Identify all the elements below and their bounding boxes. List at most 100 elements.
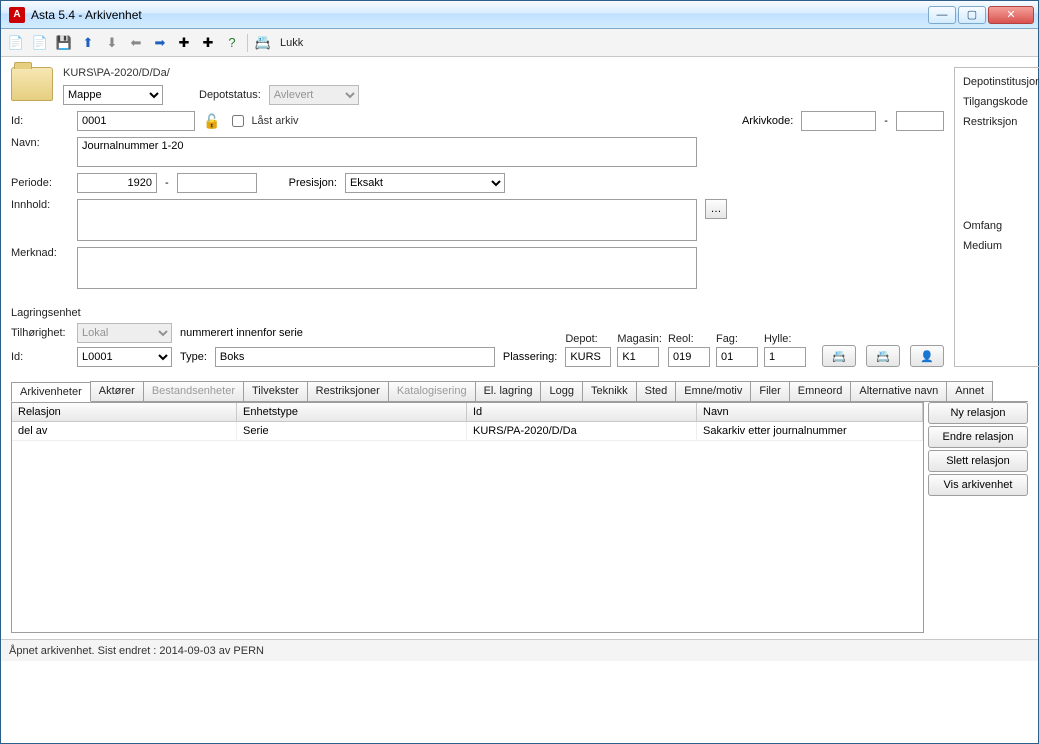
storage-id-label: Id: [11, 351, 69, 363]
merknad-label: Merknad: [11, 247, 69, 259]
col-enhetstype[interactable]: Enhetstype [237, 403, 467, 421]
arrow-right-icon[interactable]: ➡ [151, 34, 169, 52]
tab-bestandsenheter: Bestandsenheter [143, 381, 244, 401]
depot-input[interactable] [565, 347, 611, 367]
minimize-button[interactable]: — [928, 6, 956, 24]
toolbar-separator [247, 34, 248, 52]
depot-label: Depot: [565, 333, 611, 345]
table-row[interactable]: del avSerieKURS/PA-2020/D/DaSakarkiv ett… [12, 422, 923, 441]
lukk-icon[interactable]: 📇 [254, 34, 272, 52]
tab-arkivenheter[interactable]: Arkivenheter [11, 382, 91, 402]
col-relasjon[interactable]: Relasjon [12, 403, 237, 421]
main-form: KURS\PA-2020/D/Da/ Mappe Depotstatus: Av… [11, 67, 954, 367]
innhold-more-button[interactable]: … [705, 199, 727, 219]
storage-action1-button[interactable]: 📇 [822, 345, 856, 367]
arkivkode1-input[interactable] [801, 111, 876, 131]
lukk-label[interactable]: Lukk [280, 37, 303, 49]
tab-sted[interactable]: Sted [636, 381, 677, 401]
hylle-input[interactable] [764, 347, 806, 367]
lagringsenhet-title: Lagringsenhet [11, 307, 944, 319]
tree-add-icon[interactable]: ✚ [175, 34, 193, 52]
app-icon: A [9, 7, 25, 23]
id-label: Id: [11, 115, 69, 127]
tilgangskode-label: Tilgangskode [963, 96, 1039, 114]
endre-relasjon-button[interactable]: Endre relasjon [928, 426, 1028, 448]
grid-header: Relasjon Enhetstype Id Navn [12, 403, 923, 422]
magasin-input[interactable] [617, 347, 659, 367]
arrow-up-icon[interactable]: ⬆ [79, 34, 97, 52]
status-text: Åpnet arkivenhet. Sist endret : 2014-09-… [9, 645, 264, 657]
depotinstitusjon-label: Depotinstitusjon [963, 76, 1039, 94]
storage-id-select[interactable]: L0001 [77, 347, 172, 367]
type-select[interactable]: Mappe [63, 85, 163, 105]
tab-filer[interactable]: Filer [750, 381, 789, 401]
new-icon[interactable]: 📄 [7, 34, 25, 52]
window-title: Asta 5.4 - Arkivenhet [31, 8, 928, 22]
storage-user-button[interactable]: 👤 [910, 345, 944, 367]
navn-input[interactable]: Journalnummer 1-20 [77, 137, 697, 167]
titlebar: A Asta 5.4 - Arkivenhet — ▢ ✕ [1, 1, 1038, 29]
tab-alternative-navn[interactable]: Alternative navn [850, 381, 947, 401]
fag-label: Fag: [716, 333, 758, 345]
slett-relasjon-button[interactable]: Slett relasjon [928, 450, 1028, 472]
tilhorighet-label: Tilhørighet: [11, 327, 69, 339]
storage-type-label: Type: [180, 351, 207, 363]
vis-arkivenhet-button[interactable]: Vis arkivenhet [928, 474, 1028, 496]
relations-grid: Relasjon Enhetstype Id Navn del avSerieK… [11, 402, 924, 633]
merknad-input[interactable] [77, 247, 697, 289]
reol-label: Reol: [668, 333, 710, 345]
navn-label: Navn: [11, 137, 69, 149]
tab-akt-rer[interactable]: Aktører [90, 381, 144, 401]
relation-buttons: Ny relasjon Endre relasjon Slett relasjo… [928, 402, 1028, 633]
maximize-button[interactable]: ▢ [958, 6, 986, 24]
folder-icon [11, 67, 53, 101]
ny-relasjon-button[interactable]: Ny relasjon [928, 402, 1028, 424]
innhold-input[interactable] [77, 199, 697, 241]
copy-icon[interactable]: 📄 [31, 34, 49, 52]
breadcrumb: KURS\PA-2020/D/Da/ [63, 67, 944, 79]
nummerert-text: nummerert innenfor serie [180, 327, 303, 339]
arkivkode2-input[interactable] [896, 111, 944, 131]
tab-tilvekster[interactable]: Tilvekster [243, 381, 308, 401]
help-icon[interactable]: ? [223, 34, 241, 52]
tab-teknikk[interactable]: Teknikk [582, 381, 637, 401]
lock-icon[interactable]: 🔓 [203, 113, 220, 130]
tree-add2-icon[interactable]: ✚ [199, 34, 217, 52]
innhold-label: Innhold: [11, 199, 69, 211]
save-icon[interactable]: 💾 [55, 34, 73, 52]
restriksjon-label: Restriksjon [963, 116, 1039, 134]
tab-emneord[interactable]: Emneord [789, 381, 852, 401]
tab-restriksjoner[interactable]: Restriksjoner [307, 381, 389, 401]
tab-el-lagring[interactable]: El. lagring [475, 381, 542, 401]
depotstatus-label: Depotstatus: [199, 89, 261, 101]
last-arkiv-checkbox[interactable]: Låst arkiv [228, 112, 298, 130]
magasin-label: Magasin: [617, 333, 662, 345]
reol-input[interactable] [668, 347, 710, 367]
client-area: KURS\PA-2020/D/Da/ Mappe Depotstatus: Av… [1, 57, 1038, 743]
depotstatus-select: Avlevert [269, 85, 359, 105]
app-window: A Asta 5.4 - Arkivenhet — ▢ ✕ 📄 📄 💾 ⬆ ⬇ … [0, 0, 1039, 744]
periode-from-input[interactable] [77, 173, 157, 193]
hylle-label: Hylle: [764, 333, 806, 345]
storage-action2-button[interactable]: 📇 [866, 345, 900, 367]
arrow-down-icon[interactable]: ⬇ [103, 34, 121, 52]
statusbar: Åpnet arkivenhet. Sist endret : 2014-09-… [1, 639, 1038, 661]
tab-annet[interactable]: Annet [946, 381, 993, 401]
col-navn[interactable]: Navn [697, 403, 923, 421]
storage-type-input[interactable] [215, 347, 495, 367]
medium-label: Medium [963, 240, 1039, 258]
col-id[interactable]: Id [467, 403, 697, 421]
periode-label: Periode: [11, 177, 69, 189]
presisjon-select[interactable]: Eksakt [345, 173, 505, 193]
tab-logg[interactable]: Logg [540, 381, 582, 401]
close-button[interactable]: ✕ [988, 6, 1034, 24]
side-panel: Depotinstitusjon Tilgangskode Restriksjo… [954, 67, 1039, 367]
periode-to-input[interactable] [177, 173, 257, 193]
omfang-label: Omfang [963, 220, 1039, 238]
tab-emne-motiv[interactable]: Emne/motiv [675, 381, 751, 401]
fag-input[interactable] [716, 347, 758, 367]
tilhorighet-select: Lokal [77, 323, 172, 343]
arrow-left-icon[interactable]: ⬅ [127, 34, 145, 52]
toolbar: 📄 📄 💾 ⬆ ⬇ ⬅ ➡ ✚ ✚ ? 📇 Lukk [1, 29, 1038, 57]
id-input[interactable] [77, 111, 195, 131]
